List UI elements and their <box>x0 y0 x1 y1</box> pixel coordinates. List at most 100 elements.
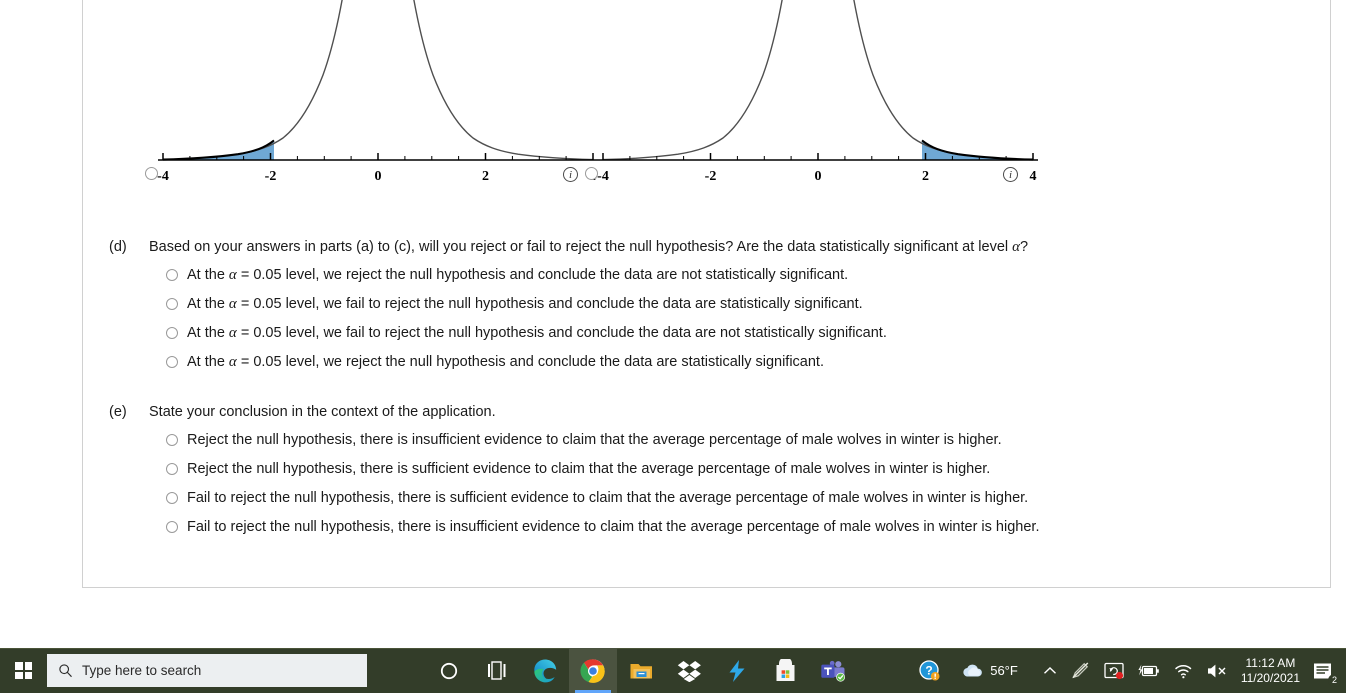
radio-button[interactable] <box>166 298 178 310</box>
option-row[interactable]: Fail to reject the null hypothesis, ther… <box>166 518 1309 547</box>
tick-label: -4 <box>597 169 609 184</box>
wifi-icon <box>1175 664 1192 678</box>
microsoft-teams-icon <box>821 660 845 682</box>
alpha-symbol: α <box>1012 239 1021 255</box>
option-row[interactable]: Reject the null hypothesis, there is suf… <box>166 460 1309 489</box>
graph-choices-row: -4 -2 0 2 4 i <box>83 0 1332 190</box>
option-label: At the α = 0.05 level, we reject the nul… <box>187 267 849 283</box>
windows-taskbar: Type here to search ? 56°F 11:12 AM 11/2… <box>0 648 1346 693</box>
windows-logo-icon <box>15 662 32 679</box>
tick-label: -2 <box>705 169 717 184</box>
dropbox-button[interactable] <box>665 648 713 693</box>
lightning-app-icon <box>729 659 745 682</box>
search-placeholder-text: Type here to search <box>82 663 202 678</box>
graph-radio-right[interactable] <box>585 167 598 180</box>
google-chrome-button[interactable] <box>569 648 617 693</box>
speaker-muted-icon <box>1207 664 1226 677</box>
show-hidden-icons-button[interactable] <box>1025 648 1064 693</box>
tick-label: -2 <box>265 169 277 184</box>
option-label: At the α = 0.05 level, we fail to reject… <box>187 296 863 312</box>
tick-label: -4 <box>157 169 169 184</box>
option-label: At the α = 0.05 level, we fail to reject… <box>187 325 887 341</box>
option-row[interactable]: Fail to reject the null hypothesis, ther… <box>166 489 1309 518</box>
help-circle-icon: ? <box>919 660 940 681</box>
google-chrome-icon <box>580 658 605 683</box>
alpha-symbol: α <box>228 267 237 283</box>
radio-button[interactable] <box>166 356 178 368</box>
dropbox-icon <box>677 661 701 682</box>
graph-radio-left[interactable] <box>145 167 158 180</box>
t-distribution-curve <box>602 0 1034 161</box>
part-d-prompt-pre: Based on your answers in parts (a) to (c… <box>149 239 1013 255</box>
option-row[interactable]: At the α = 0.05 level, we reject the nul… <box>166 353 1309 382</box>
temperature-text: 56°F <box>990 663 1018 678</box>
info-icon-left[interactable]: i <box>563 167 578 182</box>
question-part-e: (e) State your conclusion in the context… <box>109 403 1309 547</box>
notifications-count-badge: 2 <box>1328 674 1341 687</box>
cortana-button[interactable] <box>425 648 473 693</box>
screen-recording-button[interactable] <box>1097 648 1131 693</box>
graph-option-right-tail[interactable]: -4 -2 0 2 4 i <box>583 0 1053 190</box>
weather-widget[interactable]: 56°F <box>947 648 1025 693</box>
radio-button[interactable] <box>166 492 178 504</box>
start-button[interactable] <box>0 648 47 693</box>
pen-disabled-button[interactable] <box>1064 648 1097 693</box>
option-row[interactable]: Reject the null hypothesis, there is ins… <box>166 431 1309 460</box>
alpha-symbol: α <box>228 325 237 341</box>
microsoft-store-button[interactable] <box>761 648 809 693</box>
network-button[interactable] <box>1167 648 1200 693</box>
chevron-up-icon <box>1043 666 1056 674</box>
volume-button[interactable] <box>1200 648 1235 693</box>
radio-button[interactable] <box>166 521 178 533</box>
part-d-prompt-post: ? <box>1020 239 1029 255</box>
option-label: At the α = 0.05 level, we reject the nul… <box>187 354 824 370</box>
tick-label: 0 <box>375 169 382 184</box>
option-label: Reject the null hypothesis, there is ins… <box>187 432 1002 448</box>
microsoft-edge-button[interactable] <box>521 648 569 693</box>
alpha-symbol: α <box>228 296 237 312</box>
browser-page-content: -4 -2 0 2 4 i <box>0 0 1346 648</box>
option-row[interactable]: At the α = 0.05 level, we fail to reject… <box>166 295 1309 324</box>
notifications-button[interactable]: 2 <box>1310 648 1342 693</box>
option-row[interactable]: At the α = 0.05 level, we reject the nul… <box>166 266 1309 295</box>
option-label: Fail to reject the null hypothesis, ther… <box>187 490 1029 506</box>
battery-button[interactable] <box>1131 648 1167 693</box>
clock[interactable]: 11:12 AM 11/20/2021 <box>1235 656 1310 686</box>
info-icon-right[interactable]: i <box>1003 167 1018 182</box>
part-e-label: (e) <box>109 404 127 420</box>
question-part-d: (d) Based on your answers in parts (a) t… <box>109 238 1309 382</box>
search-input[interactable]: Type here to search <box>47 654 367 687</box>
tick-label: 4 <box>1030 169 1037 184</box>
tick-label: 2 <box>482 169 489 184</box>
radio-button[interactable] <box>166 434 178 446</box>
radio-button[interactable] <box>166 269 178 281</box>
option-label: Reject the null hypothesis, there is suf… <box>187 461 991 477</box>
system-tray: ? 56°F 11:12 AM 11/20/2021 2 <box>912 648 1346 693</box>
microsoft-store-icon <box>776 658 794 681</box>
lightning-app-button[interactable] <box>713 648 761 693</box>
part-d-label: (d) <box>109 239 127 255</box>
cortana-icon <box>440 662 458 679</box>
part-d-options: At the α = 0.05 level, we reject the nul… <box>166 266 1309 382</box>
pen-disabled-icon <box>1072 662 1089 679</box>
t-distribution-right-tail-chart: -4 -2 0 2 4 <box>597 0 1038 184</box>
part-e-options: Reject the null hypothesis, there is ins… <box>166 431 1309 547</box>
microsoft-teams-button[interactable] <box>809 648 857 693</box>
radio-button[interactable] <box>166 463 178 475</box>
x-axis-tick-labels: -4 -2 0 2 4 <box>597 169 1036 184</box>
help-circle-button[interactable]: ? <box>912 648 947 693</box>
radio-button[interactable] <box>166 327 178 339</box>
t-distribution-left-tail-chart: -4 -2 0 2 4 <box>157 0 598 184</box>
file-explorer-button[interactable] <box>617 648 665 693</box>
question-card: -4 -2 0 2 4 i <box>82 0 1331 588</box>
file-explorer-icon <box>630 663 652 678</box>
clock-date: 11/20/2021 <box>1240 670 1300 685</box>
search-icon <box>59 664 72 678</box>
graph-option-left-tail[interactable]: -4 -2 0 2 4 i <box>143 0 613 190</box>
task-view-button[interactable] <box>473 648 521 693</box>
part-d-prompt: (d) Based on your answers in parts (a) t… <box>109 238 1309 256</box>
option-row[interactable]: At the α = 0.05 level, we fail to reject… <box>166 324 1309 353</box>
option-label: Fail to reject the null hypothesis, ther… <box>187 519 1040 535</box>
alpha-symbol: α <box>228 354 237 370</box>
t-distribution-curve <box>162 0 594 161</box>
